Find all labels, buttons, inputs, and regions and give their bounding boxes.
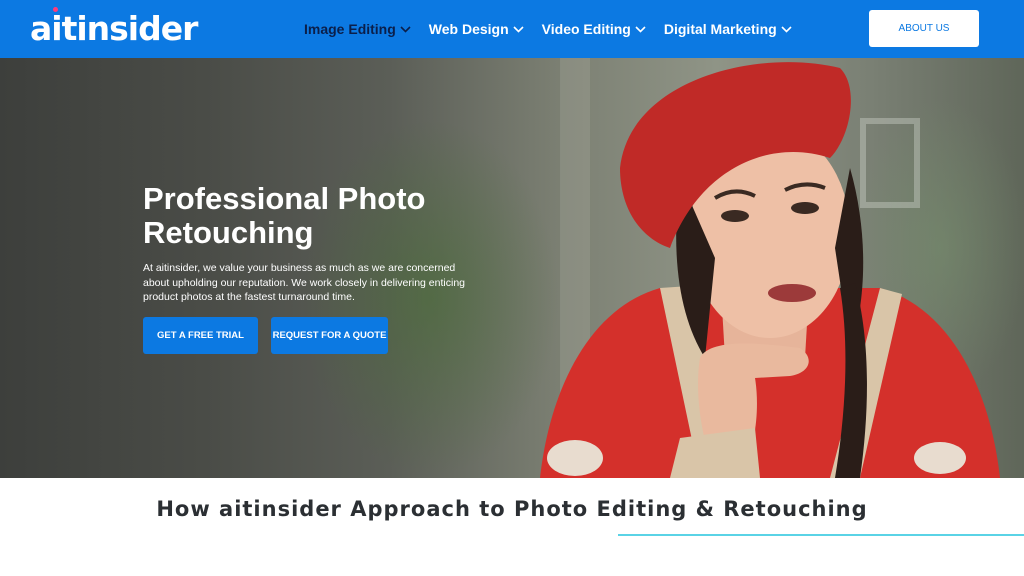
nav-item-label: Image Editing [304, 21, 396, 37]
nav-item-label: Video Editing [541, 21, 631, 37]
nav-item-label: Digital Marketing [663, 21, 777, 37]
nav-item-web-design[interactable]: Web Design [429, 21, 524, 37]
nav-item-video-editing[interactable]: Video Editing [542, 21, 646, 37]
section-divider [618, 534, 1024, 536]
main-nav: Image Editing Web Design Video Editing D… [304, 0, 810, 58]
request-quote-button[interactable]: REQUEST FOR A QUOTE [271, 317, 388, 354]
nav-item-digital-marketing[interactable]: Digital Marketing [664, 21, 792, 37]
hero-portrait-image [540, 62, 1000, 478]
chevron-down-icon [635, 25, 646, 33]
chevron-down-icon [513, 25, 524, 33]
hero-title: Professional Photo Retouching [143, 181, 426, 250]
hero-description: At aitinsider, we value your business as… [143, 262, 465, 303]
chevron-down-icon [781, 25, 792, 33]
nav-item-image-editing[interactable]: Image Editing [304, 21, 411, 37]
site-header: aitinsider Image Editing Web Design Vide… [0, 0, 1024, 58]
logo-dot-icon [53, 7, 58, 12]
about-us-button[interactable]: ABOUT US [869, 10, 979, 47]
site-logo[interactable]: aitinsider [30, 10, 198, 48]
chevron-down-icon [400, 25, 411, 33]
free-trial-button[interactable]: GET A FREE TRIAL [143, 317, 258, 354]
nav-item-label: Web Design [428, 21, 509, 37]
section-title: How aitinsider Approach to Photo Editing… [156, 497, 868, 521]
hero-banner: Professional Photo Retouching At aitinsi… [0, 58, 1024, 478]
